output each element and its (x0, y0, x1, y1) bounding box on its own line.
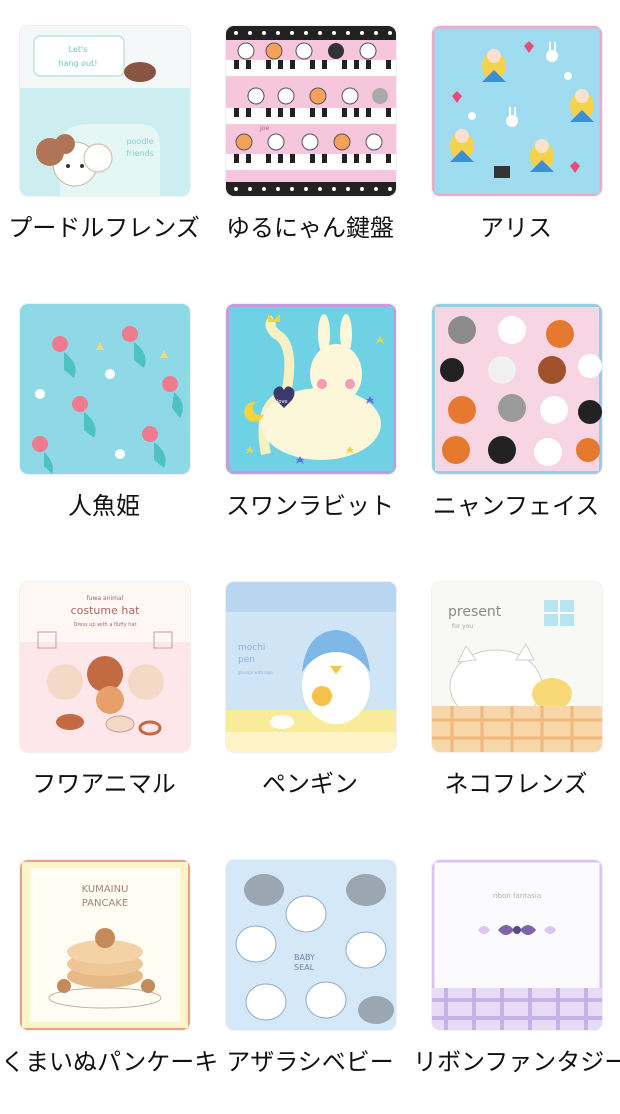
towel-text-subtitle: ghunge with lage (238, 670, 273, 675)
product-name: アザラシベビー (226, 1048, 394, 1076)
product-card-poodle-friends[interactable]: Let's hang out! poodle friends プードルフレンズ (1, 0, 207, 278)
product-name: ペンギン (262, 770, 358, 798)
product-card-nyan-face[interactable]: ニャンフェイス (413, 278, 619, 556)
product-card-baby-seal[interactable]: BABY SEAL アザラシベビー (207, 834, 413, 1112)
towel-text-pen: pen (238, 655, 255, 665)
towel-image-poodle-friends: Let's hang out! poodle friends (20, 26, 190, 196)
towel-text-for-you: for you (452, 623, 473, 630)
towel-text-present: present (448, 604, 502, 620)
towel-text-dress-up: Dress up with a fluffy hat (74, 622, 137, 628)
towel-text-lets: Let's (69, 45, 88, 54)
towel-image-mermaid (20, 304, 190, 474)
towel-text-seal: SEAL (294, 963, 315, 972)
towel-image-neko-friends: present for you (432, 582, 602, 752)
product-name: リボンファンタジー (413, 1048, 620, 1076)
product-name: スワンラビット (226, 492, 394, 520)
towel-image-alice (432, 26, 602, 196)
towel-image-penguin: mochi pen ghunge with lage (226, 582, 396, 752)
product-name: 人魚姫 (68, 492, 140, 520)
towel-text-love: love (277, 399, 287, 405)
towel-text-joe: Joe (259, 125, 269, 132)
product-name: くまいぬパンケーキ (1, 1048, 219, 1076)
towel-text-fuwa-animal: fuwa animal (87, 595, 124, 602)
towel-text-baby: BABY (294, 953, 315, 962)
towel-text-costume-hat: costume hat (71, 604, 140, 617)
product-name: ニャンフェイス (432, 492, 600, 520)
towel-text-mochi: mochi (238, 643, 265, 653)
product-name: ネコフレンズ (444, 770, 588, 798)
product-card-neko-friends[interactable]: present for you ネコフレンズ (413, 556, 619, 834)
towel-image-ribbon-fantasy: ribon fantasia (432, 860, 602, 1030)
towel-image-kumainu-pancake: KUMAINU PANCAKE (20, 860, 190, 1030)
product-card-alice[interactable]: アリス (413, 0, 619, 278)
product-name: プードルフレンズ (8, 214, 200, 242)
product-card-penguin[interactable]: mochi pen ghunge with lage ペンギン (207, 556, 413, 834)
product-name: フワアニマル (32, 770, 176, 798)
towel-text-kumainu: KUMAINU (82, 884, 129, 895)
product-card-ribbon-fantasy[interactable]: ribon fantasia リボンファンタジー (413, 834, 620, 1112)
product-card-kumainu-pancake[interactable]: KUMAINU PANCAKE くまいぬパンケーキ (1, 834, 219, 1112)
towel-image-baby-seal: BABY SEAL (226, 860, 396, 1030)
towel-image-swan-rabbit: love (226, 304, 396, 474)
towel-text-poodle: poodle (126, 137, 153, 146)
towel-text-ribon-fantasia: ribon fantasia (493, 892, 541, 900)
towel-text-pancake: PANCAKE (82, 898, 128, 909)
towel-image-nyan-face (432, 304, 602, 474)
towel-image-fuwa-animal: fuwa animal costume hat Dress up with a … (20, 582, 190, 752)
towel-image-yurunyan-keyboard: Joe (226, 26, 396, 196)
product-card-yurunyan-keyboard[interactable]: Joe ゆるにゃん鍵盤 (207, 0, 413, 278)
product-card-mermaid[interactable]: 人魚姫 (1, 278, 207, 556)
product-name: ゆるにゃん鍵盤 (226, 214, 394, 242)
product-card-fuwa-animal[interactable]: fuwa animal costume hat Dress up with a … (1, 556, 207, 834)
product-card-swan-rabbit[interactable]: love スワンラビット (207, 278, 413, 556)
product-name: アリス (480, 214, 552, 242)
towel-text-hang-out: hang out! (59, 59, 98, 68)
towel-text-friends: friends (126, 149, 154, 158)
product-grid: Let's hang out! poodle friends プードルフレンズ (0, 0, 620, 1114)
